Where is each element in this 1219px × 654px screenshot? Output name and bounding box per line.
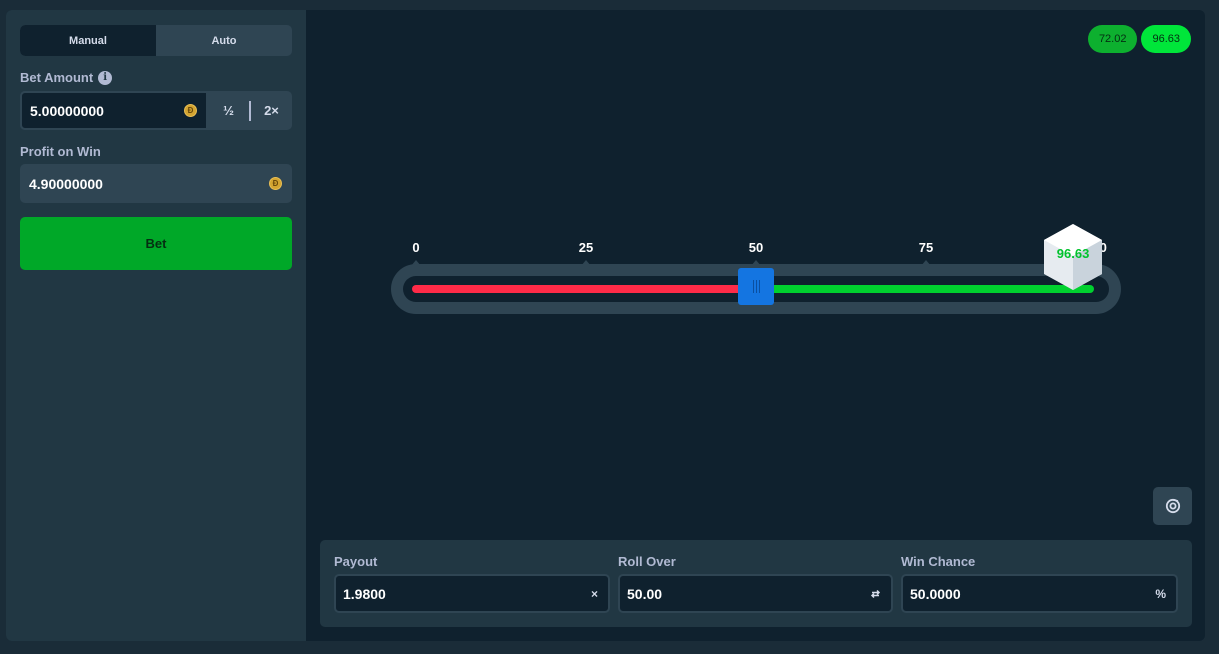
recent-results: 72.02 96.63 (1087, 25, 1191, 53)
result-dice: 96.63 (1041, 222, 1105, 292)
half-bet-button[interactable]: ½ (208, 91, 249, 130)
bet-amount-field[interactable]: Đ (20, 91, 208, 130)
roll-slider: 1007550250 96.63 (390, 224, 1122, 318)
payout-group: Payout × (334, 554, 610, 613)
game-stats-panel: Payout × Roll Over Win Chance % (320, 540, 1192, 627)
roll-over-input[interactable] (627, 585, 777, 602)
tick-label: 25 (578, 240, 594, 255)
bet-amount-control: Đ ½ 2× (20, 91, 292, 130)
grip-line (755, 280, 757, 293)
slider-handle[interactable] (738, 268, 774, 305)
grip-line (758, 280, 760, 293)
grip-line (752, 280, 754, 293)
mode-tabs: Manual Auto (20, 25, 292, 56)
game-frame: Manual Auto Bet Amount i Đ ½ 2× Profit o… (6, 10, 1205, 641)
percent-icon: % (1155, 586, 1166, 601)
payout-label: Payout (334, 554, 378, 569)
roll-over-label: Roll Over (618, 554, 676, 569)
payout-field[interactable]: × (334, 574, 610, 613)
roll-over-field[interactable] (618, 574, 893, 613)
dice-result-value: 96.63 (1056, 246, 1090, 261)
result-pill[interactable]: 72.02 (1087, 25, 1138, 53)
camera-lens-button[interactable] (1153, 487, 1192, 525)
bet-button[interactable]: Bet (20, 217, 292, 270)
profit-on-win-field: 4.90000000 Đ (20, 164, 292, 203)
bet-amount-label-row: Bet Amount i (20, 70, 113, 85)
payout-input[interactable] (343, 585, 493, 602)
tab-manual[interactable]: Manual (20, 25, 156, 56)
roll-over-group: Roll Over (618, 554, 893, 613)
tick-label: 50 (748, 240, 764, 255)
coin-icon: Đ (184, 104, 197, 117)
tick-label: 0 (412, 240, 420, 255)
coin-icon: Đ (269, 177, 282, 190)
bet-amount-label: Bet Amount (20, 70, 94, 85)
tab-auto[interactable]: Auto (156, 25, 292, 56)
bet-sidebar: Manual Auto Bet Amount i Đ ½ 2× Profit o… (6, 10, 306, 641)
swap-icon[interactable] (870, 589, 881, 599)
info-icon[interactable]: i (98, 70, 113, 85)
double-bet-button[interactable]: 2× (251, 91, 292, 130)
bet-amount-input[interactable] (30, 102, 170, 119)
result-pill[interactable]: 96.63 (1141, 25, 1191, 53)
profit-label: Profit on Win (20, 144, 101, 159)
win-chance-input[interactable] (910, 585, 1060, 602)
camera-lens-icon (1165, 498, 1180, 514)
lose-range-bar (412, 285, 756, 293)
win-chance-field[interactable]: % (901, 574, 1178, 613)
tick-label: 75 (918, 240, 934, 255)
win-chance-group: Win Chance % (901, 554, 1178, 613)
profit-value: 4.90000000 (29, 175, 103, 192)
win-chance-label: Win Chance (901, 554, 976, 569)
multiplier-icon: × (590, 586, 598, 601)
